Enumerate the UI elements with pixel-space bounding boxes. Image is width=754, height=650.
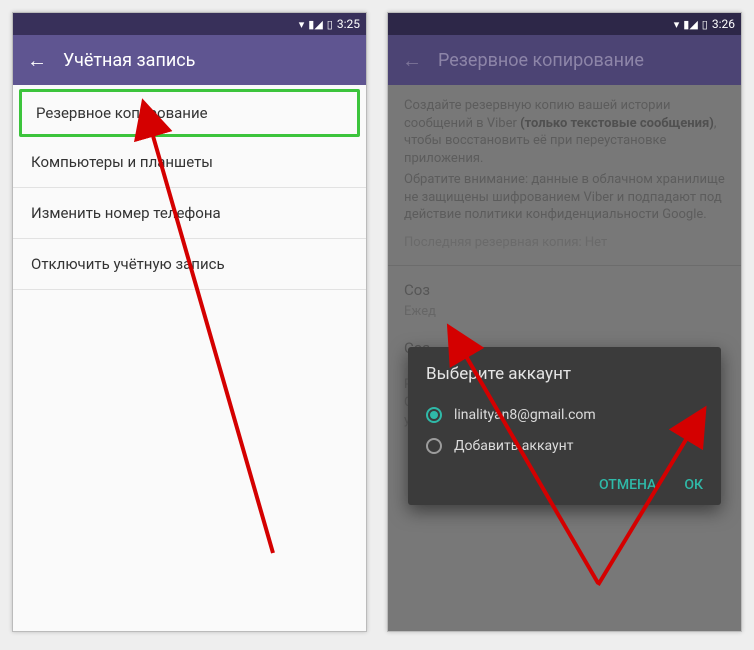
back-arrow-icon[interactable]: ← [402,50,422,70]
section-create: Соз [404,280,725,300]
add-account-label: Добавить аккаунт [454,437,573,456]
backup-note: Обратите внимание: данные в облачном хра… [404,171,725,224]
signal-icon: ▮◢ [683,18,698,31]
wifi-icon: ▾ [674,18,680,31]
section-create-sub: Ежед [404,303,725,321]
backup-screen: Создайте резервную копию вашей истории с… [388,85,741,631]
ok-button[interactable]: ОК [684,476,703,495]
back-arrow-icon[interactable]: ← [27,50,47,70]
dialog-actions: ОТМЕНА ОК [426,476,703,495]
right-phone: ▾ ▮◢ ▯ 3:26 ← Резервное копирование Созд… [387,12,742,632]
left-phone: ▾ ▮◢ ▯ 3:25 ← Учётная запись Резервное к… [12,12,367,632]
signal-icon: ▮◢ [308,18,323,31]
choose-account-dialog: Выберите аккаунт linalityan8@gmail.com Д… [408,347,721,505]
status-time: 3:26 [712,17,735,31]
radio-selected-icon [426,407,442,423]
radio-unselected-icon [426,438,442,454]
status-time: 3:25 [337,17,360,31]
item-computers[interactable]: Компьютеры и планшеты [13,137,366,188]
backup-description: Создайте резервную копию вашей истории с… [404,97,725,224]
status-bar: ▾ ▮◢ ▯ 3:26 [388,13,741,35]
settings-list: Резервное копирование Компьютеры и планш… [13,85,366,631]
app-bar: ← Резервное копирование [388,35,741,85]
appbar-title: Резервное копирование [438,50,644,71]
status-bar: ▾ ▮◢ ▯ 3:25 [13,13,366,35]
wifi-icon: ▾ [299,18,305,31]
add-account-option[interactable]: Добавить аккаунт [426,431,703,462]
last-backup: Последняя резервная копия: Нет [404,234,725,252]
cancel-button[interactable]: ОТМЕНА [599,476,656,495]
appbar-title: Учётная запись [63,50,195,71]
battery-icon: ▯ [702,18,708,31]
divider [388,265,741,266]
item-backup[interactable]: Резервное копирование [19,89,360,137]
item-change-number[interactable]: Изменить номер телефона [13,188,366,239]
account-option[interactable]: linalityan8@gmail.com [426,400,703,431]
account-email: linalityan8@gmail.com [454,406,596,425]
app-bar: ← Учётная запись [13,35,366,85]
battery-icon: ▯ [327,18,333,31]
dialog-title: Выберите аккаунт [426,363,703,386]
item-deactivate[interactable]: Отключить учётную запись [13,239,366,290]
